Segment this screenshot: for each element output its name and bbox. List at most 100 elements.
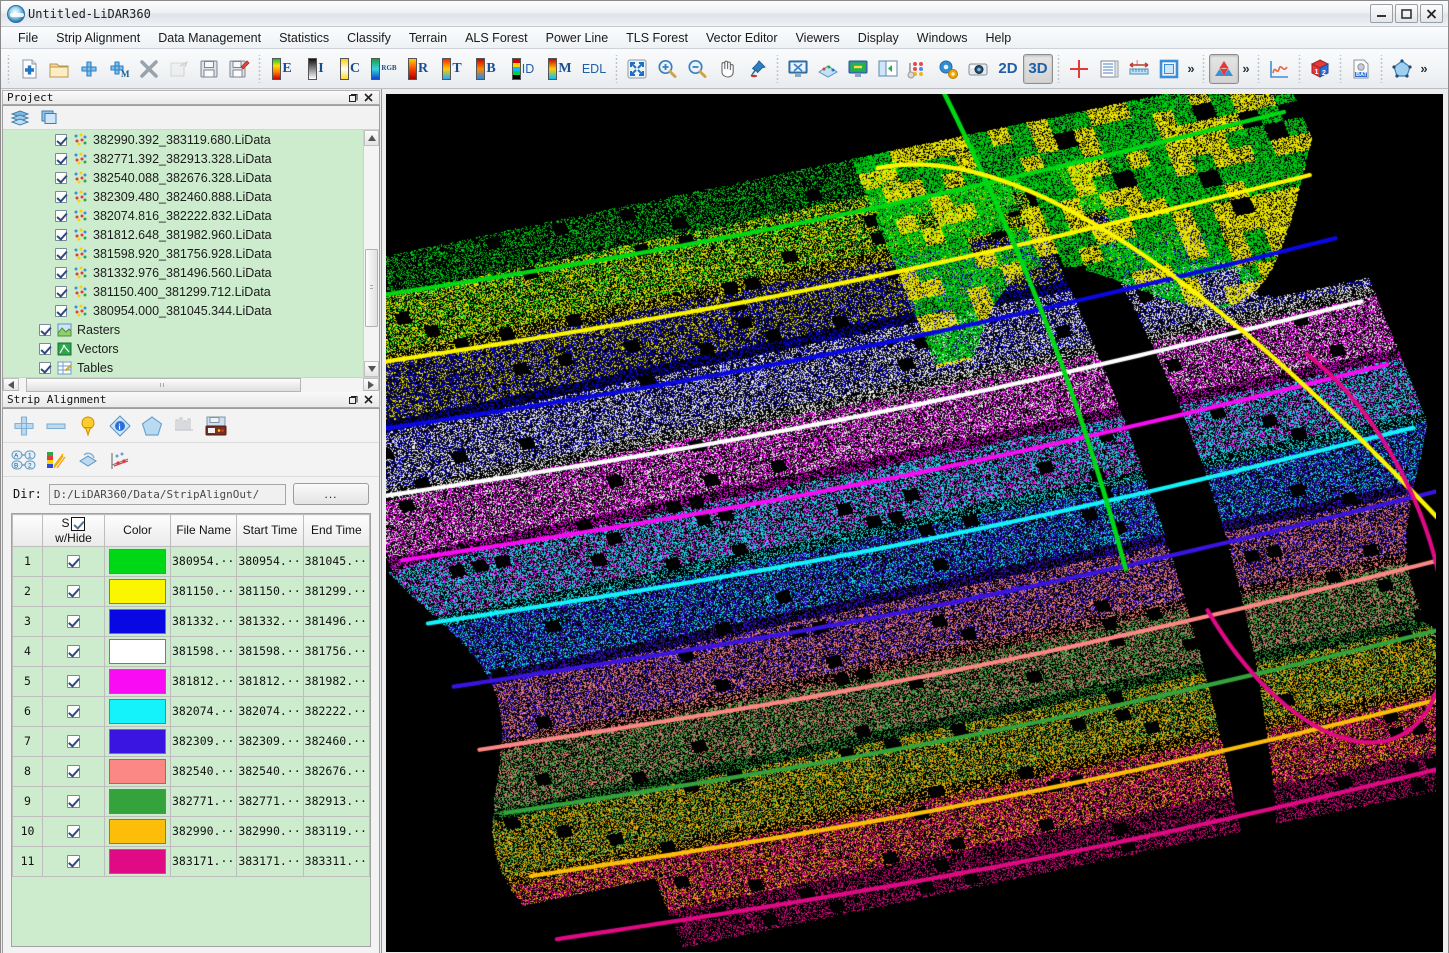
ramp-intensity-icon[interactable]: I [299,54,333,84]
row-show-hide-cell[interactable] [42,845,105,877]
copy-layers-icon[interactable] [39,108,61,128]
table-row[interactable]: 11 383171.··· 383171.··· 383311.··· [12,845,370,877]
pin-icon[interactable] [742,54,772,84]
menu-statistics[interactable]: Statistics [270,29,338,47]
close-icon[interactable] [362,393,375,406]
view-3d-icon[interactable]: 3D [1023,53,1053,84]
hscroll-track[interactable] [19,378,363,392]
ramp-elevation-icon[interactable]: E [265,54,299,84]
menu-tls-forest[interactable]: TLS Forest [617,29,697,47]
row-show-hide-checkbox[interactable] [67,855,80,869]
project-tree-hscrollbar[interactable] [3,377,379,392]
row-color-cell[interactable] [104,845,171,877]
tree-item[interactable]: 382990.392_383119.680.LiData [3,130,363,149]
scatter-axis-icon[interactable] [107,447,133,473]
tree-item[interactable]: 382074.816_382222.832.LiData [3,206,363,225]
minimize-button[interactable] [1370,4,1393,23]
project-tree-vscrollbar[interactable] [363,130,379,377]
layer-stack-icon[interactable] [9,108,31,128]
pan-hand-icon[interactable] [712,54,742,84]
link-windows-icon[interactable] [843,54,873,84]
color-swatch[interactable] [109,668,166,694]
toolbar-grip[interactable] [1296,54,1303,83]
point-cloud-canvas[interactable] [386,94,1436,952]
tree-item-checkbox[interactable] [55,133,67,146]
menu-file[interactable]: File [9,29,47,47]
waveform-icon[interactable] [171,413,197,439]
measure-length-icon[interactable]: L [1124,54,1154,84]
edl-icon[interactable]: EDL [577,54,611,84]
color-bars-icon[interactable] [43,447,69,473]
tree-item[interactable]: 381598.920_381756.928.LiData [3,244,363,263]
project-tree[interactable]: 382990.392_383119.680.LiData 382771.392_3… [3,130,363,377]
color-swatch[interactable] [109,818,166,844]
tree-item-checkbox[interactable] [55,209,67,222]
snapshot-camera-icon[interactable] [963,54,993,84]
marker-pin-icon[interactable] [75,413,101,439]
save-as-icon[interactable] [224,54,254,84]
color-swatch[interactable] [109,638,166,664]
menu-terrain[interactable]: Terrain [400,29,456,47]
attribute-table-icon[interactable] [1094,54,1124,84]
table-row[interactable]: 4 381598.··· 381598.··· 381756.··· [12,635,370,667]
maximize-button[interactable] [1395,4,1418,23]
row-color-cell[interactable] [104,575,171,607]
remove-minus-icon[interactable] [43,413,69,439]
tree-item[interactable]: 382771.392_382913.328.LiData [3,149,363,168]
menu-als-forest[interactable]: ALS Forest [456,29,537,47]
tree-item-checkbox[interactable] [39,361,51,374]
tree-item[interactable]: 381332.976_381496.560.LiData [3,263,363,282]
tree-item-checkbox[interactable] [55,228,67,241]
row-color-cell[interactable] [104,545,171,577]
tree-item[interactable]: 381812.648_381982.960.LiData [3,225,363,244]
toolbar-overflow-chevron[interactable]: » [1239,61,1253,76]
row-show-hide-checkbox[interactable] [67,795,80,809]
color-swatch[interactable] [109,758,166,784]
measure-area-icon[interactable] [1154,54,1184,84]
tree-item-checkbox[interactable] [55,190,67,203]
menu-help[interactable]: Help [977,29,1021,47]
toolbar-grip[interactable] [1200,54,1207,83]
gear-settings-icon[interactable] [933,54,963,84]
close-icon[interactable] [362,91,375,104]
tree-item[interactable]: 381150.400_381299.712.LiData [3,282,363,301]
ramp-time-icon[interactable]: T [435,54,469,84]
dir-browse-button[interactable]: ... [293,483,369,505]
add-plus-icon[interactable] [11,413,37,439]
row-show-hide-cell[interactable] [42,665,105,697]
menu-viewers[interactable]: Viewers [787,29,849,47]
tree-item[interactable]: Rasters [3,320,363,339]
row-show-hide-checkbox[interactable] [67,765,80,779]
col-end-time[interactable]: End Time [302,514,370,547]
table-row[interactable]: 6 382074.··· 382074.··· 382222.··· [12,695,370,727]
col-show-hide[interactable]: Sw/Hide [42,514,105,547]
color-swatch[interactable] [109,848,166,874]
table-row[interactable]: 3 381332.··· 381332.··· 381496.··· [12,605,370,637]
ramp-blend-icon[interactable]: B [469,54,503,84]
table-row[interactable]: 10 382990.··· 382990.··· 383119.··· [12,815,370,847]
info-diamond-icon[interactable]: i [107,413,133,439]
color-swatch[interactable] [109,578,166,604]
vscroll-track[interactable] [364,146,379,361]
row-show-hide-cell[interactable] [42,695,105,727]
table-row[interactable]: 7 382309.··· 382309.··· 382460.··· [12,725,370,757]
split-window-icon[interactable] [873,54,903,84]
ramp-return-icon[interactable]: R [401,54,435,84]
menu-power-line[interactable]: Power Line [537,29,618,47]
table-row[interactable]: 8 382540.··· 382540.··· 382676.··· [12,755,370,787]
row-show-hide-checkbox[interactable] [67,555,80,569]
menu-windows[interactable]: Windows [908,29,977,47]
table-row[interactable]: 1 380954.··· 380954.··· 381045.··· [12,545,370,577]
color-swatch[interactable] [109,728,166,754]
toolbar-grip[interactable] [256,54,263,83]
header-select-all-checkbox[interactable] [70,516,85,531]
scroll-up-arrow[interactable] [364,130,379,146]
row-show-hide-checkbox[interactable] [67,705,80,719]
row-color-cell[interactable] [104,695,171,727]
line-chart-icon[interactable] [1264,54,1294,84]
tree-item-checkbox[interactable] [55,266,67,279]
vscroll-thumb[interactable] [365,249,378,327]
transform-plane-icon[interactable] [75,447,101,473]
ramp-class-icon[interactable]: C [333,54,367,84]
tree-item[interactable]: 382309.480_382460.888.LiData [3,187,363,206]
